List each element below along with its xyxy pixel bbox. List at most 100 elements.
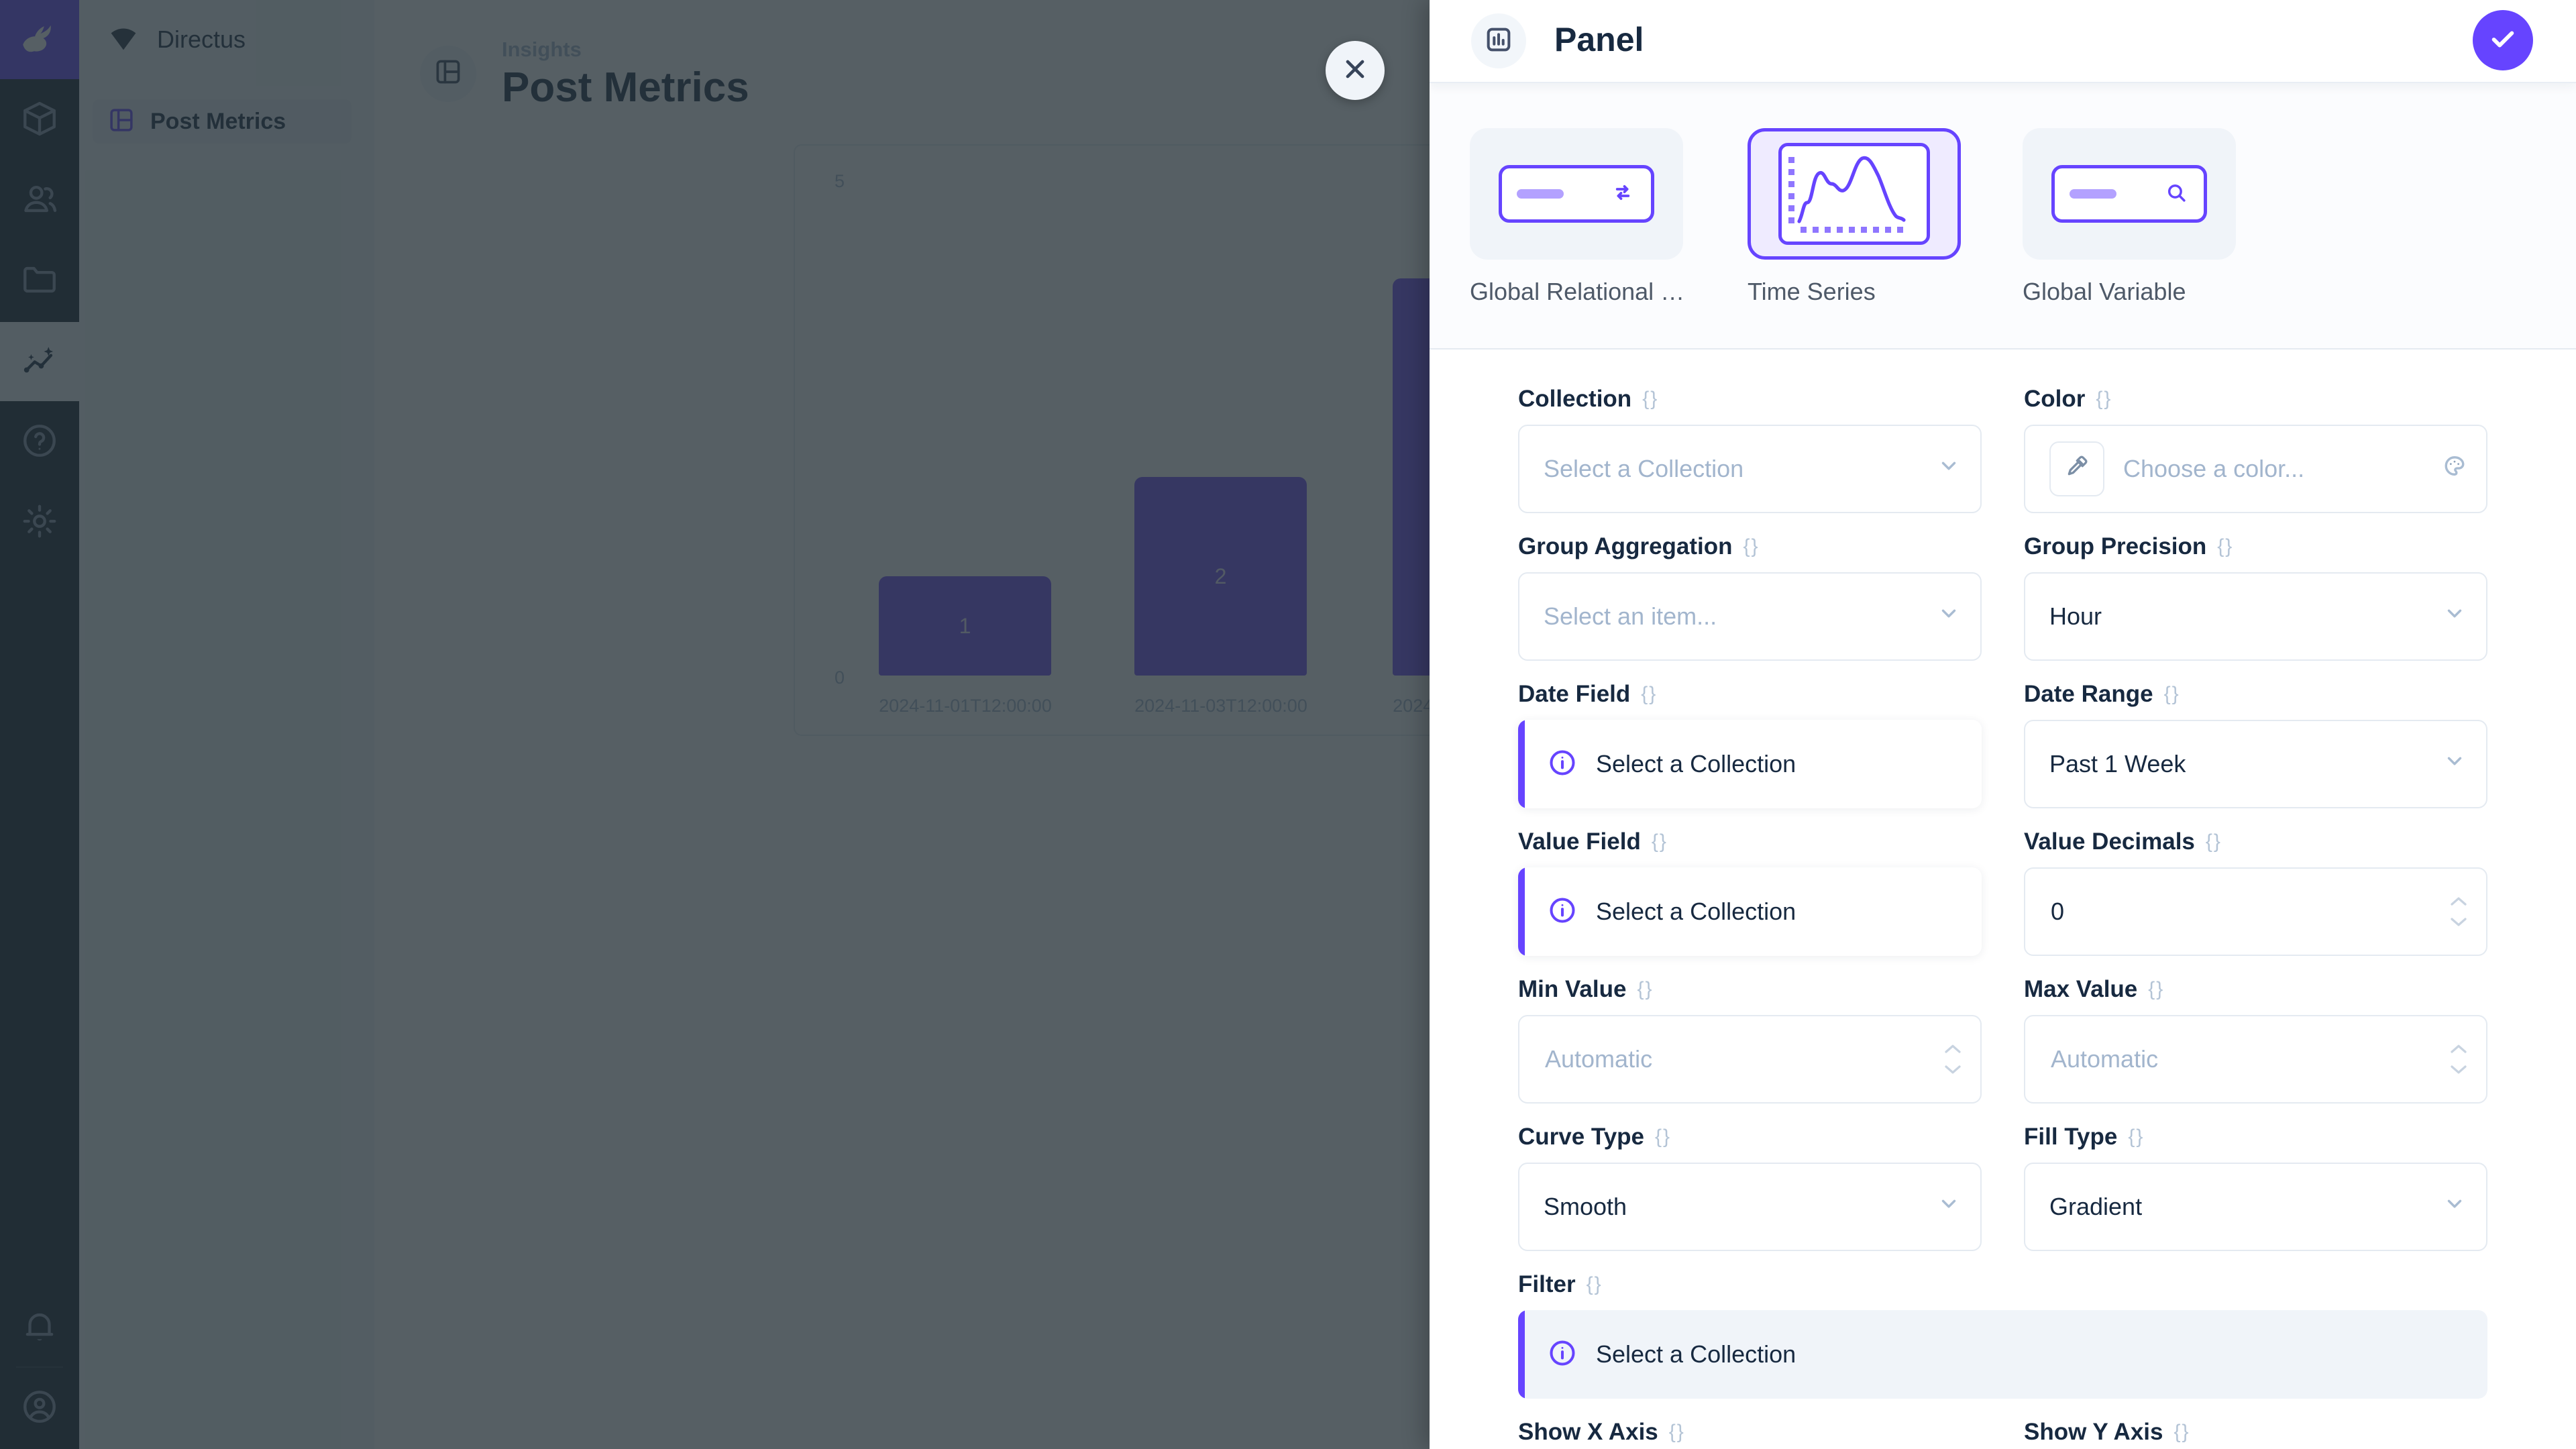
raw-value-icon[interactable]: {} <box>2128 1126 2144 1148</box>
field-label-value-field: Value Field <box>1518 828 1641 855</box>
stepper-up-icon <box>2449 1042 2469 1055</box>
field-label-color: Color <box>2024 386 2085 413</box>
stepper-down-icon <box>2449 1064 2469 1076</box>
fill-type-select[interactable]: Gradient <box>2024 1163 2487 1251</box>
field-label-group-aggregation: Group Aggregation <box>1518 533 1733 560</box>
info-icon <box>1548 896 1577 928</box>
info-icon <box>1548 1338 1577 1371</box>
save-panel-button[interactable] <box>2473 10 2533 70</box>
curve-type-select[interactable]: Smooth <box>1518 1163 1982 1251</box>
raw-value-icon[interactable]: {} <box>1655 1126 1671 1148</box>
value-decimals-input[interactable] <box>2024 867 2487 956</box>
field-label-date-range: Date Range <box>2024 681 2153 708</box>
close-drawer-button[interactable] <box>1326 41 1385 100</box>
field-label-date-field: Date Field <box>1518 681 1630 708</box>
chevron-down-icon <box>1937 455 1960 484</box>
chevron-down-icon <box>2443 602 2466 631</box>
drawer-title: Panel <box>1554 20 1644 59</box>
type-card-global-variable[interactable] <box>2023 128 2236 260</box>
magnifier-icon <box>2163 180 2189 209</box>
type-card-global-relational-variable[interactable] <box>1470 128 1683 260</box>
variable-input-graphic <box>1499 165 1654 223</box>
field-label-min-value: Min Value <box>1518 976 1626 1003</box>
fill-type-value: Gradient <box>2049 1193 2142 1221</box>
collection-select[interactable]: Select a Collection <box>1518 425 1982 513</box>
group-precision-value: Hour <box>2049 602 2102 631</box>
panel-options-form: Collection {} Select a Collection Color {} <box>1518 348 2487 1449</box>
raw-value-icon[interactable]: {} <box>2217 535 2233 558</box>
collection-placeholder: Select a Collection <box>1544 455 1743 483</box>
chevron-down-icon <box>1937 602 1960 631</box>
raw-value-icon[interactable]: {} <box>2096 388 2112 411</box>
raw-value-icon[interactable]: {} <box>1652 830 1668 853</box>
type-card-label: Global Relational Varia... <box>1470 278 1691 306</box>
chevron-down-icon <box>2443 1193 2466 1222</box>
raw-value-icon[interactable]: {} <box>1642 388 1658 411</box>
filter-notice[interactable]: Select a Collection <box>1518 1310 2487 1399</box>
raw-value-icon[interactable]: {} <box>1587 1273 1603 1296</box>
max-value-value[interactable] <box>2049 1044 2462 1074</box>
swap-arrows-icon <box>1609 179 1636 209</box>
field-label-show-y-axis: Show Y Axis <box>2024 1419 2163 1446</box>
eyedropper-icon <box>2063 453 2090 486</box>
screen: Directus Post Metrics Insights Pos <box>0 0 2576 1449</box>
date-field-notice-text: Select a Collection <box>1596 750 1796 778</box>
raw-value-icon[interactable]: {} <box>1637 978 1653 1001</box>
field-label-group-precision: Group Precision <box>2024 533 2206 560</box>
min-value-value[interactable] <box>1544 1044 1956 1074</box>
stepper-up-icon <box>2449 895 2469 907</box>
color-value-input[interactable] <box>2122 454 2462 484</box>
field-label-collection: Collection <box>1518 386 1631 413</box>
type-card-time-series[interactable] <box>1748 128 1961 260</box>
palette-icon[interactable] <box>2443 455 2466 484</box>
filter-notice-text: Select a Collection <box>1596 1340 1796 1368</box>
group-precision-select[interactable]: Hour <box>2024 572 2487 661</box>
number-stepper[interactable] <box>2449 895 2469 928</box>
check-icon <box>2487 23 2518 58</box>
date-field-notice[interactable]: Select a Collection <box>1518 720 1982 808</box>
raw-value-icon[interactable]: {} <box>2174 1421 2190 1444</box>
chevron-down-icon <box>1937 1193 1960 1222</box>
number-stepper[interactable] <box>2449 1042 2469 1076</box>
bar-chart-box-icon <box>1483 24 1514 58</box>
type-card-label: Global Variable <box>2023 278 2186 306</box>
number-stepper[interactable] <box>1943 1042 1963 1076</box>
field-label-fill-type: Fill Type <box>2024 1124 2117 1150</box>
raw-value-icon[interactable]: {} <box>2148 978 2164 1001</box>
group-aggregation-select[interactable]: Select an item... <box>1518 572 1982 661</box>
panel-drawer: Panel Global Relational Varia... <box>1430 0 2576 1449</box>
input-pill <box>2070 189 2116 199</box>
input-pill <box>1517 189 1564 199</box>
drawer-header-icon <box>1471 13 1526 68</box>
min-value-input[interactable] <box>1518 1015 1982 1104</box>
stepper-down-icon <box>1943 1064 1963 1076</box>
raw-value-icon[interactable]: {} <box>1641 683 1657 706</box>
field-label-max-value: Max Value <box>2024 976 2137 1003</box>
type-card-label: Time Series <box>1748 278 1876 306</box>
close-icon <box>1340 54 1370 87</box>
field-label-show-x-axis: Show X Axis <box>1518 1419 1658 1446</box>
field-label-curve-type: Curve Type <box>1518 1124 1644 1150</box>
raw-value-icon[interactable]: {} <box>2206 830 2222 853</box>
raw-value-icon[interactable]: {} <box>2164 683 2180 706</box>
value-field-notice[interactable]: Select a Collection <box>1518 867 1982 956</box>
raw-value-icon[interactable]: {} <box>1743 535 1760 558</box>
value-field-notice-text: Select a Collection <box>1596 898 1796 926</box>
drawer-header: Panel <box>1430 0 2576 83</box>
stepper-up-icon <box>1943 1042 1963 1055</box>
value-decimals-value[interactable] <box>2049 897 2462 926</box>
field-label-filter: Filter <box>1518 1271 1576 1298</box>
stepper-down-icon <box>2449 916 2469 928</box>
eyedropper-button[interactable] <box>2049 441 2104 496</box>
group-aggregation-placeholder: Select an item... <box>1544 602 1717 631</box>
date-range-value: Past 1 Week <box>2049 750 2186 778</box>
field-label-value-decimals: Value Decimals <box>2024 828 2195 855</box>
raw-value-icon[interactable]: {} <box>1669 1421 1685 1444</box>
date-range-select[interactable]: Past 1 Week <box>2024 720 2487 808</box>
max-value-input[interactable] <box>2024 1015 2487 1104</box>
time-series-chart-icon <box>1778 143 1930 245</box>
panel-type-picker: Global Relational Varia... <box>1430 82 2576 348</box>
variable-input-graphic <box>2051 165 2207 223</box>
info-icon <box>1548 748 1577 781</box>
color-input[interactable] <box>2024 425 2487 513</box>
